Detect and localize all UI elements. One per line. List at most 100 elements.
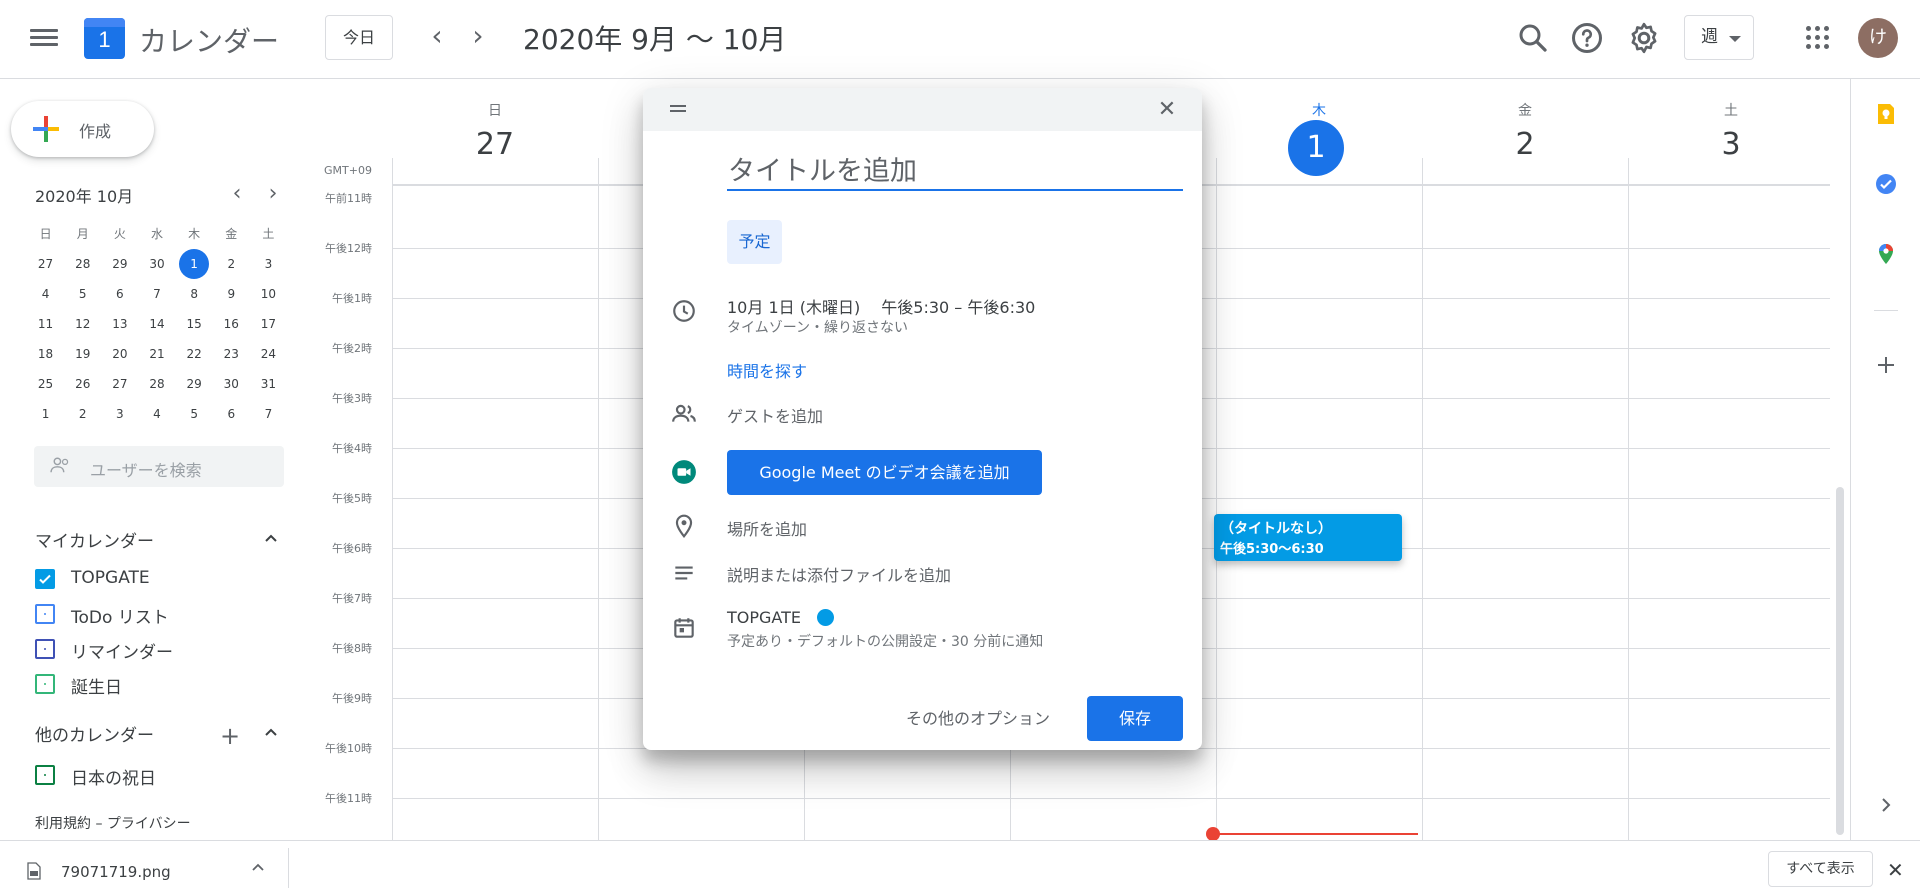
mini-calendar-day[interactable]: 7 (138, 279, 175, 309)
mini-calendar-day[interactable]: 4 (138, 399, 175, 429)
add-description-field[interactable]: 説明または添付ファイルを追加 (727, 562, 951, 586)
mini-calendar-day[interactable]: 30 (138, 249, 175, 279)
drag-handle-icon[interactable] (670, 105, 686, 113)
mini-calendar-day[interactable]: 28 (138, 369, 175, 399)
mini-calendar-day[interactable]: 11 (27, 309, 64, 339)
maps-pin-icon[interactable] (1874, 242, 1898, 266)
chevron-up-icon[interactable] (264, 531, 278, 545)
mini-calendar-day[interactable]: 13 (101, 309, 138, 339)
day-header-date[interactable]: 3 (1628, 127, 1834, 162)
view-selector[interactable]: 週 (1684, 15, 1754, 60)
chevron-up-icon[interactable] (250, 860, 266, 876)
calendar-checkbox[interactable] (35, 674, 55, 694)
account-avatar[interactable]: け (1858, 18, 1898, 58)
event-datetime[interactable]: 10月 1日 (木曜日) 午後5:30 – 午後6:30 (727, 294, 1035, 318)
user-search-input[interactable]: ユーザーを検索 (34, 446, 284, 487)
add-guests-field[interactable]: ゲストを追加 (727, 403, 823, 427)
mini-calendar-day[interactable]: 24 (250, 339, 287, 369)
calendar-list-item[interactable]: リマインダー (35, 636, 275, 663)
more-options-button[interactable]: その他のオプション (906, 705, 1050, 729)
dialog-drag-bar[interactable]: ✕ (643, 88, 1202, 131)
calendar-selector[interactable]: TOPGATE (727, 608, 801, 627)
mini-calendar-day[interactable]: 6 (101, 279, 138, 309)
next-period-button[interactable]: › (464, 22, 492, 52)
mini-calendar-day[interactable]: 4 (27, 279, 64, 309)
mini-calendar-day[interactable]: 16 (213, 309, 250, 339)
calendar-details[interactable]: 予定あり・デフォルトの公開設定・30 分前に通知 (727, 631, 1043, 651)
mini-calendar-day[interactable]: 7 (250, 399, 287, 429)
mini-calendar-day[interactable]: 14 (138, 309, 175, 339)
keep-icon[interactable] (1874, 102, 1898, 126)
close-download-bar-button[interactable]: ✕ (1887, 858, 1904, 882)
mini-calendar-day[interactable]: 20 (101, 339, 138, 369)
mini-calendar-day[interactable]: 26 (64, 369, 101, 399)
download-file-name[interactable]: 79071719.png (61, 863, 171, 881)
mini-calendar-day[interactable]: 29 (176, 369, 213, 399)
search-icon[interactable] (1515, 20, 1551, 56)
timezone-repeat-link[interactable]: タイムゾーン・繰り返さない (727, 317, 908, 337)
today-button[interactable]: 今日 (325, 15, 393, 60)
mini-calendar-day[interactable]: 5 (64, 279, 101, 309)
day-header-date[interactable]: 27 (392, 127, 598, 162)
add-meet-button[interactable]: Google Meet のビデオ会議を追加 (727, 450, 1042, 495)
calendar-checkbox[interactable] (35, 765, 55, 785)
mini-calendar-day[interactable]: 27 (101, 369, 138, 399)
mini-calendar-day[interactable]: 31 (250, 369, 287, 399)
add-location-field[interactable]: 場所を追加 (727, 516, 807, 540)
mini-calendar-day[interactable]: 8 (176, 279, 213, 309)
mini-calendar-day[interactable]: 9 (213, 279, 250, 309)
my-calendars-heading[interactable]: マイカレンダー (35, 527, 154, 552)
calendar-color-dot[interactable] (817, 609, 834, 626)
draft-event-block[interactable]: （タイトルなし） 午後5:30〜6:30 (1214, 514, 1402, 561)
calendar-list-item[interactable]: 日本の祝日 (35, 762, 275, 789)
mini-calendar-day[interactable]: 18 (27, 339, 64, 369)
mini-calendar-day[interactable]: 12 (64, 309, 101, 339)
save-button[interactable]: 保存 (1087, 696, 1183, 741)
mini-calendar-prev-button[interactable]: ‹ (226, 181, 248, 206)
mini-calendar-day[interactable]: 3 (101, 399, 138, 429)
mini-calendar-day[interactable]: 1 (27, 399, 64, 429)
calendar-logo[interactable]: 1 (84, 18, 125, 59)
mini-calendar-day[interactable]: 28 (64, 249, 101, 279)
calendar-checkbox[interactable] (35, 639, 55, 659)
find-time-link[interactable]: 時間を探す (727, 358, 807, 382)
show-all-downloads-button[interactable]: すべて表示 (1768, 851, 1873, 887)
mini-calendar-day[interactable]: 29 (101, 249, 138, 279)
close-icon[interactable]: ✕ (1154, 97, 1180, 123)
mini-calendar-day[interactable]: 27 (27, 249, 64, 279)
mini-calendar-today[interactable]: 1 (176, 249, 213, 279)
calendar-list-item[interactable]: ToDo リスト (35, 601, 275, 628)
other-calendars-heading[interactable]: 他のカレンダー (35, 721, 154, 746)
add-other-calendar-button[interactable]: + (220, 722, 240, 750)
mini-calendar-day[interactable]: 2 (64, 399, 101, 429)
add-addon-plus-icon[interactable] (1874, 353, 1898, 377)
grid-scrollbar[interactable] (1836, 487, 1844, 835)
terms-privacy-link[interactable]: 利用規約 – プライバシー (35, 813, 191, 833)
mini-calendar-day[interactable]: 3 (250, 249, 287, 279)
mini-calendar-day[interactable]: 21 (138, 339, 175, 369)
event-type-tab[interactable]: 予定 (727, 220, 782, 264)
mini-calendar-day[interactable]: 30 (213, 369, 250, 399)
settings-gear-icon[interactable] (1626, 20, 1662, 56)
mini-calendar-day[interactable]: 2 (213, 249, 250, 279)
create-button[interactable]: 作成 (11, 101, 154, 157)
calendar-list-item[interactable]: TOPGATE (35, 566, 275, 590)
calendar-checkbox[interactable] (35, 569, 55, 589)
mini-calendar-day[interactable]: 19 (64, 339, 101, 369)
mini-calendar-day[interactable]: 10 (250, 279, 287, 309)
event-title-input[interactable] (727, 153, 1183, 191)
mini-calendar-day[interactable]: 22 (176, 339, 213, 369)
mini-calendar-day[interactable]: 17 (250, 309, 287, 339)
mini-calendar-day[interactable]: 23 (213, 339, 250, 369)
day-header-date[interactable]: 2 (1422, 127, 1628, 162)
mini-calendar-next-button[interactable]: › (262, 181, 284, 206)
calendar-checkbox[interactable] (35, 604, 55, 624)
calendar-list-item[interactable]: 誕生日 (35, 671, 275, 698)
mini-calendar-day[interactable]: 5 (176, 399, 213, 429)
help-icon[interactable] (1569, 20, 1605, 56)
mini-calendar-day[interactable]: 6 (213, 399, 250, 429)
mini-calendar-day[interactable]: 25 (27, 369, 64, 399)
prev-period-button[interactable]: ‹ (423, 22, 451, 52)
google-apps-grid-icon[interactable] (1806, 26, 1830, 50)
main-menu-icon[interactable] (30, 26, 58, 50)
